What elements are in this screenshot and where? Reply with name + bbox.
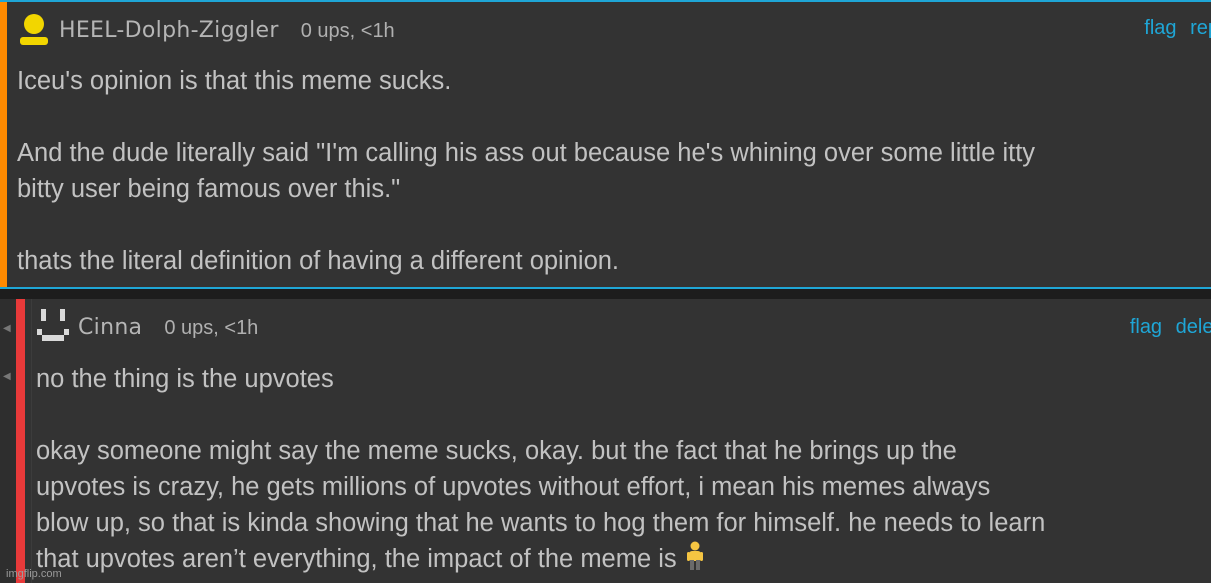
flag-link[interactable]: flag [1144, 17, 1176, 39]
comment-line: bitty user being famous over this." [17, 175, 401, 203]
comment-line: that upvotes aren’t everything, the impa… [36, 541, 1211, 577]
comment-actions: flag delet [1122, 316, 1211, 339]
divider [31, 299, 32, 583]
comment-line: upvotes is crazy, he gets millions of up… [36, 473, 991, 501]
comment-heel-dolph-ziggler: HEEL-Dolph-Ziggler 0 ups, <1h flag rep I… [0, 0, 1211, 289]
comment-line: Iceu's opinion is that this meme sucks. [17, 67, 452, 95]
comment-line: And the dude literally said "I'm calling… [17, 139, 1036, 167]
comment-actions: flag rep [1136, 17, 1211, 40]
comment-text: no the thing is the upvotes okay someone … [36, 361, 1211, 577]
comment-line [17, 207, 1211, 243]
comment-line: blow up, so that is kinda showing that h… [36, 509, 1046, 537]
watermark: imgflip.com [6, 568, 62, 580]
reply-link[interactable]: rep [1190, 17, 1211, 39]
delete-link[interactable]: delet [1176, 316, 1211, 338]
comment-meta: 0 ups, <1h [164, 317, 259, 339]
user-avatar-icon[interactable] [17, 12, 51, 46]
comment-cinna: ◀ ◀ Cinna 0 ups, <1h flag delet no the t… [0, 299, 1211, 583]
comment-line [17, 99, 1211, 135]
comment-line: thats the literal definition of having a… [17, 247, 620, 275]
comment-line: okay someone might say the meme sucks, o… [36, 437, 957, 465]
comment-header: HEEL-Dolph-Ziggler 0 ups, <1h [59, 18, 395, 43]
collapse-gutter[interactable]: ◀ ◀ [0, 299, 16, 583]
person-standing-emoji [686, 541, 703, 570]
collapse-arrow-icon[interactable]: ◀ [3, 371, 11, 382]
comment-depth-stripe [16, 299, 25, 583]
comment-meta: 0 ups, <1h [300, 20, 395, 42]
comment-line [36, 397, 1211, 433]
comment-line: no the thing is the upvotes [36, 365, 334, 393]
username-link[interactable]: Cinna [78, 315, 142, 340]
username-link[interactable]: HEEL-Dolph-Ziggler [59, 18, 279, 43]
comment-text: Iceu's opinion is that this meme sucks. A… [17, 63, 1211, 279]
comment-separator [0, 289, 1211, 299]
collapse-arrow-icon[interactable]: ◀ [3, 323, 11, 334]
comment-depth-stripe [0, 2, 7, 287]
user-avatar-icon[interactable] [37, 307, 69, 349]
comment-header: Cinna 0 ups, <1h [78, 315, 258, 340]
flag-link[interactable]: flag [1130, 316, 1162, 338]
